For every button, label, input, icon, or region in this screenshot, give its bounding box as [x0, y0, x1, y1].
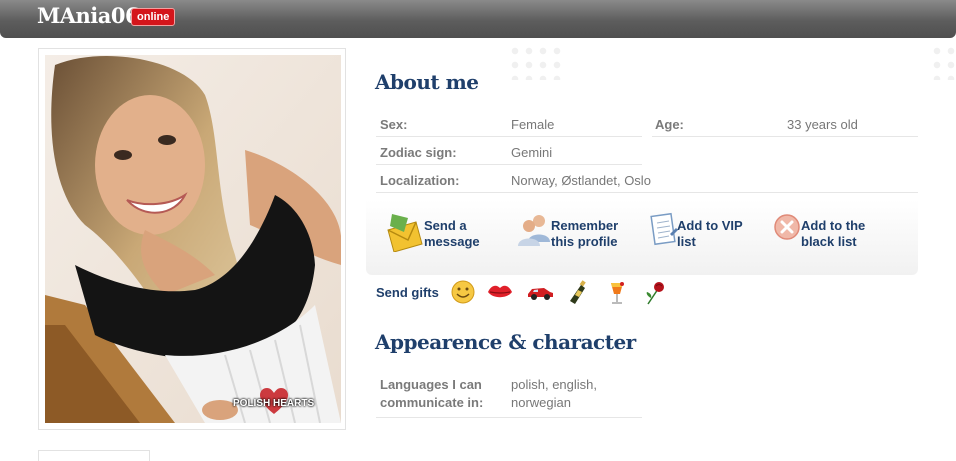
action-label-line1: Add to VIP: [677, 218, 743, 233]
sex-label: Sex:: [380, 117, 408, 132]
watermark-text: POLISH HEARTS: [233, 398, 315, 409]
gift-rose[interactable]: [643, 280, 667, 311]
age-value: 33 years old: [787, 117, 858, 132]
lips-icon: [488, 285, 512, 298]
action-label-line1: Add to the: [801, 218, 866, 233]
champagne-icon: [570, 280, 586, 304]
gift-smiley[interactable]: [451, 280, 475, 309]
envelope-icon: [387, 214, 423, 252]
languages-label: Languages I can communicate in:: [380, 376, 483, 412]
gift-car[interactable]: [526, 280, 554, 309]
action-label: Add to the black list: [801, 218, 891, 250]
profile-header: MAnia06 online: [0, 0, 956, 38]
languages-value-line1: polish, english,: [511, 377, 597, 392]
username: MAnia06: [37, 3, 140, 28]
cocktail-icon: [611, 282, 624, 304]
gift-lips[interactable]: [487, 280, 513, 309]
add-to-blacklist-button[interactable]: Add to the black list: [774, 212, 889, 254]
localization-value: Norway, Østlandet, Oslo: [511, 173, 651, 188]
send-message-button[interactable]: Send a message: [386, 212, 496, 254]
divider: [376, 164, 642, 165]
localization-label: Localization:: [380, 173, 460, 188]
status-badge: online: [131, 8, 176, 26]
smiley-icon: [451, 280, 475, 304]
dots-decoration: [508, 44, 564, 80]
action-label-line1: Remember: [551, 218, 619, 233]
action-label-line2: this profile: [551, 234, 618, 249]
rose-icon: [646, 282, 664, 305]
languages-value: polish, english, norwegian: [511, 376, 597, 412]
dots-decoration-right: [930, 44, 956, 80]
languages-value-line2: norwegian: [511, 395, 571, 410]
add-to-vip-button[interactable]: Add to VIP list: [650, 212, 765, 254]
action-label: Send a message: [424, 218, 514, 250]
action-label-line1: Send a: [424, 218, 467, 233]
age-label: Age:: [655, 117, 684, 132]
action-label-line2: list: [677, 234, 696, 249]
block-icon: [774, 214, 800, 240]
profile-photo[interactable]: POLISH HEARTS: [45, 55, 341, 423]
divider: [376, 192, 918, 193]
gift-cocktail[interactable]: [606, 280, 628, 311]
divider: [652, 136, 918, 137]
divider: [376, 136, 642, 137]
sex-value: Female: [511, 117, 555, 132]
notepad-icon: [650, 212, 678, 246]
send-gifts-label: Send gifts: [376, 285, 439, 300]
about-title: About me: [375, 70, 479, 94]
languages-label-line2: communicate in:: [380, 395, 484, 410]
zodiac-value: Gemini: [511, 145, 553, 160]
profile-photo-frame: POLISH HEARTS: [38, 48, 346, 430]
remember-profile-button[interactable]: Remember this profile: [518, 212, 633, 254]
car-icon: [528, 288, 553, 300]
action-label: Remember this profile: [551, 218, 641, 250]
profile-actions: Send a message Remember this profile Add…: [366, 200, 918, 275]
action-label-line2: message: [424, 234, 480, 249]
action-label: Add to VIP list: [677, 218, 767, 250]
gift-champagne[interactable]: [567, 280, 591, 311]
zodiac-label: Zodiac sign:: [380, 145, 457, 160]
languages-label-line1: Languages I can: [380, 377, 482, 392]
photo-illustration: [45, 55, 341, 423]
users-icon: [518, 215, 550, 246]
divider: [376, 417, 642, 418]
character-title: Appearence & character: [375, 330, 636, 354]
action-label-line2: black list: [801, 234, 857, 249]
photo-thumbnail[interactable]: [38, 450, 150, 461]
